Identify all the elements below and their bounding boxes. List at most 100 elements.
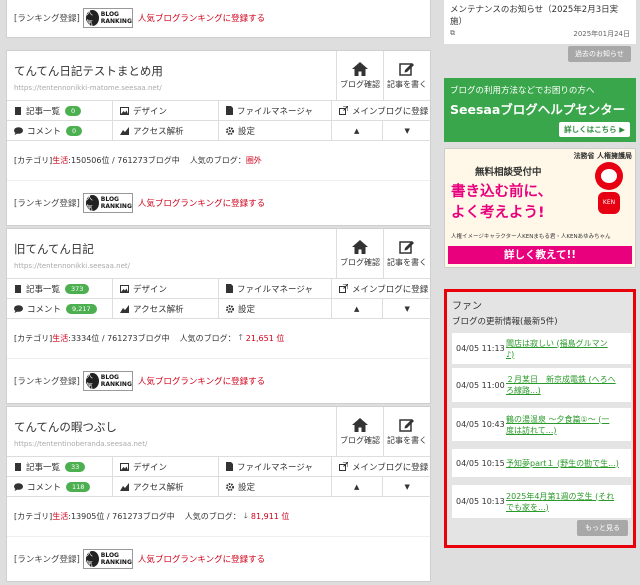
blog-card: てんてん日記テストまとめ用 https://tentennonikki-mato… <box>6 50 433 226</box>
comments-label: コメント <box>27 304 62 315</box>
ad-corner-label: 法務省 人権擁護局 <box>573 152 632 160</box>
analytics-label: アクセス解析 <box>133 482 184 493</box>
blog-list-column: [ランキング登録] 人気 BLOG RANKING 人気ブログランキングに登録する… <box>0 0 440 585</box>
settings-label: 設定 <box>238 126 256 137</box>
settings-label: 設定 <box>238 482 256 493</box>
move-down-button[interactable]: ▼ <box>381 298 433 319</box>
analytics-label: アクセス解析 <box>133 126 184 137</box>
blog-ranking-logo[interactable]: 人気 BLOG RANKING <box>82 193 133 213</box>
image-icon <box>120 106 129 115</box>
move-up-button[interactable]: ▲ <box>332 305 382 313</box>
articles-link[interactable]: 記事一覧 373 <box>7 279 113 299</box>
blog-url[interactable]: https://tentennonikki.seesaa.net/ <box>14 262 336 270</box>
move-up-button[interactable]: ▲ <box>332 483 382 491</box>
view-blog-button[interactable]: ブログ確認 <box>336 51 383 100</box>
ranking-register-link[interactable]: 人気ブログランキングに登録する <box>138 197 265 209</box>
analytics-link[interactable]: アクセス解析 <box>113 121 219 141</box>
move-down-button[interactable]: ▼ <box>381 476 433 497</box>
blog-menu: 記事一覧 373 デザイン ファイルマネージャ メインブログに登録 コメント 9,2… <box>7 279 433 319</box>
fan-item-link[interactable]: 鶴の湯温泉 〜夕食篇①〜 (一 度は訪れて...) <box>506 414 609 436</box>
view-blog-button[interactable]: ブログ確認 <box>336 407 383 456</box>
file-manager-link[interactable]: ファイルマネージャ <box>219 279 332 299</box>
main-blog-link[interactable]: メインブログに登録 <box>332 457 432 477</box>
fan-list-item: 04/05 10:43 鶴の湯温泉 〜夕食篇①〜 (一 度は訪れて...) <box>452 408 631 441</box>
fan-item-link[interactable]: 2025年4月第1週の芝生 (それ でも家を...) <box>506 491 614 513</box>
design-link[interactable]: デザイン <box>113 279 219 299</box>
blog-title[interactable]: てんてんの暇つぶし <box>14 419 336 435</box>
main-blog-link[interactable]: メインブログに登録 <box>332 279 432 299</box>
ranking-prefix: [ランキング登録] <box>14 14 80 24</box>
comments-link[interactable]: コメント 9,217 <box>7 299 113 319</box>
file-manager-link[interactable]: ファイルマネージャ <box>219 457 332 477</box>
settings-link[interactable]: 設定 <box>219 299 332 319</box>
fan-more-button[interactable]: もっと見る <box>577 520 628 536</box>
design-link[interactable]: デザイン <box>113 457 219 477</box>
edit-icon <box>399 63 414 76</box>
comments-link[interactable]: コメント 118 <box>7 477 113 497</box>
analytics-link[interactable]: アクセス解析 <box>113 299 219 319</box>
comment-icon <box>14 304 23 313</box>
comments-label: コメント <box>27 482 62 493</box>
move-up-button[interactable]: ▲ <box>332 127 382 135</box>
fan-item-link[interactable]: ２月某日 新京成電鉄 (へろへ ろ線路...) <box>506 374 616 396</box>
fan-item-time: 04/05 10:13 <box>456 497 505 506</box>
write-article-button[interactable]: 記事を書く <box>383 229 430 278</box>
notice-link[interactable]: メンテナンスのお知らせ（2025年2月3日実施） <box>450 3 630 27</box>
file-manager-label: ファイルマネージャ <box>237 106 313 117</box>
ad-banner[interactable]: 法務省 人権擁護局 無料相談受付中 書き込む前に、 よく考えよう! KEN 人権… <box>444 148 636 268</box>
external-link-icon <box>339 462 348 471</box>
blog-ranking-logo[interactable]: 人気 BLOG RANKING <box>82 8 133 28</box>
articles-link[interactable]: 記事一覧 33 <box>7 457 113 477</box>
articles-count-badge: 0 <box>65 105 82 116</box>
chart-icon <box>120 126 129 135</box>
fan-item-link[interactable]: 予知夢part１ (野生の勘で生...) <box>506 458 619 469</box>
ranking-register-link[interactable]: 人気ブログランキングに登録する <box>138 375 265 387</box>
home-icon <box>352 61 368 76</box>
blog-url[interactable]: https://tentennonikki-matome.seesaa.net/ <box>14 84 336 92</box>
blog-url[interactable]: https://tententinoberanda.seesaa.net/ <box>14 440 336 448</box>
comments-link[interactable]: コメント 0 <box>7 121 113 141</box>
view-blog-button[interactable]: ブログ確認 <box>336 229 383 278</box>
ranking-register-link[interactable]: 人気ブログランキングに登録する <box>138 553 265 565</box>
ranking-logo-bubble: 人気 <box>85 194 99 212</box>
gear-icon <box>226 304 234 313</box>
blog-card: てんてんの暇つぶし https://tententinoberanda.sees… <box>6 406 433 582</box>
main-blog-link[interactable]: メインブログに登録 <box>332 101 432 121</box>
move-down-button[interactable]: ▼ <box>381 120 433 141</box>
popular-label: 人気のブログ： <box>184 512 241 521</box>
blog-header: てんてんの暇つぶし https://tententinoberanda.sees… <box>7 407 430 457</box>
help-details-button[interactable]: 詳しくはこちら ▶ <box>559 122 630 137</box>
main-blog-label: メインブログに登録 <box>352 106 429 117</box>
fan-item-time: 04/05 10:43 <box>456 420 505 429</box>
category-name[interactable]: 生活 <box>52 155 68 166</box>
file-manager-link[interactable]: ファイルマネージャ <box>219 101 332 121</box>
home-icon <box>352 239 368 254</box>
write-article-button[interactable]: 記事を書く <box>383 51 430 100</box>
help-banner-line1: ブログの利用方法などでお困りの方へ <box>450 86 595 96</box>
category-name[interactable]: 生活 <box>52 511 68 522</box>
image-icon <box>120 462 129 471</box>
category-name[interactable]: 生活 <box>52 333 68 344</box>
settings-link[interactable]: 設定 <box>219 121 332 141</box>
help-center-banner[interactable]: ブログの利用方法などでお困りの方へ Seesaaブログヘルプセンター 詳しくはこ… <box>444 78 636 142</box>
articles-link[interactable]: 記事一覧 0 <box>7 101 113 121</box>
file-manager-label: ファイルマネージャ <box>237 284 313 295</box>
fan-item-link[interactable]: 聞店は寂しい (福島グルマン ♪) <box>506 338 608 360</box>
design-link[interactable]: デザイン <box>113 101 219 121</box>
blog-ranking-logo[interactable]: 人気 BLOG RANKING <box>82 549 133 569</box>
ranking-row: [ランキング登録] 人気 BLOG RANKING 人気ブログランキングに登録する <box>7 359 430 403</box>
design-label: デザイン <box>133 284 168 295</box>
write-article-button[interactable]: 記事を書く <box>383 407 430 456</box>
blog-ranking-logo[interactable]: 人気 BLOG RANKING <box>82 371 133 391</box>
past-notices-button[interactable]: 過去のお知らせ <box>568 46 631 62</box>
ad-details-button[interactable]: 詳しく教えて!! <box>448 246 632 264</box>
ranking-logo-bottom: RANKING <box>100 18 132 25</box>
blog-title[interactable]: てんてん日記テストまとめ用 <box>14 63 336 79</box>
settings-link[interactable]: 設定 <box>219 477 332 497</box>
ranking-register-link[interactable]: 人気ブログランキングに登録する <box>138 12 265 24</box>
analytics-link[interactable]: アクセス解析 <box>113 477 219 497</box>
ranking-logo-bubble: 人気 <box>85 9 99 27</box>
past-notices-label: 過去のお知らせ <box>575 50 624 58</box>
blog-title[interactable]: 旧てんてん日記 <box>14 241 336 257</box>
fan-list-item: 04/05 10:13 2025年4月第1週の芝生 (それ でも家を...) <box>452 485 631 518</box>
